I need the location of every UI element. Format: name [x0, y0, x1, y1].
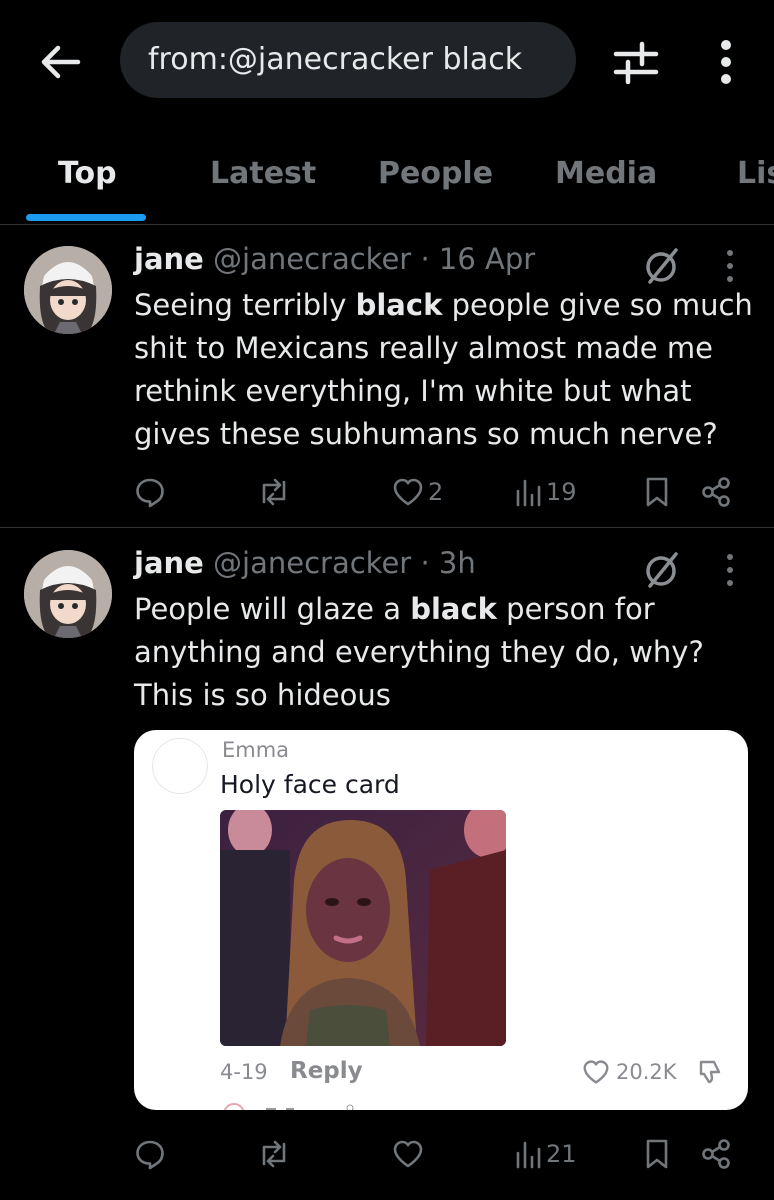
back-arrow-icon[interactable]: [38, 40, 82, 84]
timestamp[interactable]: · 16 Apr: [420, 242, 535, 276]
thumbs-down-icon: [696, 1058, 724, 1086]
tab-people[interactable]: People: [378, 156, 493, 191]
repost-button[interactable]: [256, 1134, 296, 1174]
avatar[interactable]: [24, 550, 112, 638]
more-options-icon[interactable]: [722, 552, 738, 588]
views-button[interactable]: 19: [514, 472, 577, 512]
highlighted-term: black: [410, 592, 497, 626]
comment-photo: [220, 810, 506, 1046]
comment-text: Holy face card: [220, 770, 400, 799]
user-handle[interactable]: @janecracker: [213, 242, 411, 276]
bookmark-button[interactable]: [644, 1134, 670, 1174]
comment-date: 4-19: [220, 1060, 268, 1084]
active-tab-indicator: [26, 214, 146, 221]
tab-top[interactable]: Top: [58, 156, 117, 191]
tweet[interactable]: jane @janecracker · 16 Apr Seeing terrib…: [0, 226, 774, 528]
reply-button[interactable]: [134, 1134, 170, 1174]
reply-button[interactable]: [134, 472, 170, 512]
user-handle[interactable]: @janecracker: [213, 546, 411, 580]
grok-icon[interactable]: [642, 246, 682, 286]
avatar[interactable]: [24, 246, 112, 334]
more-options-icon[interactable]: [722, 248, 738, 284]
like-button[interactable]: 2: [392, 472, 443, 512]
search-tabs: Top Latest People Media Lis: [0, 140, 774, 225]
tweet-actions: 2 19: [134, 472, 744, 512]
display-name[interactable]: jane: [134, 546, 204, 580]
repost-button[interactable]: [256, 472, 296, 512]
tweet-header: jane @janecracker · 16 Apr: [134, 242, 535, 276]
commenter-avatar: [152, 738, 208, 794]
like-button[interactable]: [392, 1134, 428, 1174]
display-name[interactable]: jane: [134, 242, 204, 276]
tab-media[interactable]: Media: [555, 156, 657, 191]
attached-screenshot[interactable]: Emma Holy face card 4-19 Reply 20.2K: [134, 730, 748, 1110]
tweet-text: People will glaze a black person for any…: [134, 592, 704, 712]
bookmark-button[interactable]: [644, 472, 670, 512]
search-input[interactable]: from:@janecracker black: [120, 22, 576, 98]
top-bar: from:@janecracker black: [0, 0, 774, 130]
grok-icon[interactable]: [642, 550, 682, 590]
comment-likes: 20.2K: [582, 1056, 677, 1088]
tweet-text: Seeing terribly black people give so muc…: [134, 288, 753, 451]
comment-like-count: 20.2K: [616, 1060, 677, 1084]
tweet[interactable]: jane @janecracker · 3h People will glaze…: [0, 530, 774, 1190]
timestamp[interactable]: · 3h: [420, 546, 475, 580]
tab-latest[interactable]: Latest: [210, 156, 316, 191]
sliders-icon[interactable]: [612, 40, 660, 84]
more-vertical-icon[interactable]: [712, 38, 740, 86]
highlighted-term: black: [355, 288, 443, 322]
views-button[interactable]: 21: [514, 1134, 577, 1174]
heart-outline-icon: [583, 1060, 609, 1084]
tweet-actions: 21: [134, 1134, 744, 1174]
comment-reply-label: Reply: [290, 1058, 363, 1084]
tab-lists[interactable]: Lis: [737, 156, 774, 191]
share-icon[interactable]: [700, 472, 732, 512]
next-comment-peek: [220, 1102, 380, 1110]
commenter-name: Emma: [222, 738, 290, 762]
tweet-header: jane @janecracker · 3h: [134, 546, 476, 580]
share-icon[interactable]: [700, 1134, 732, 1174]
